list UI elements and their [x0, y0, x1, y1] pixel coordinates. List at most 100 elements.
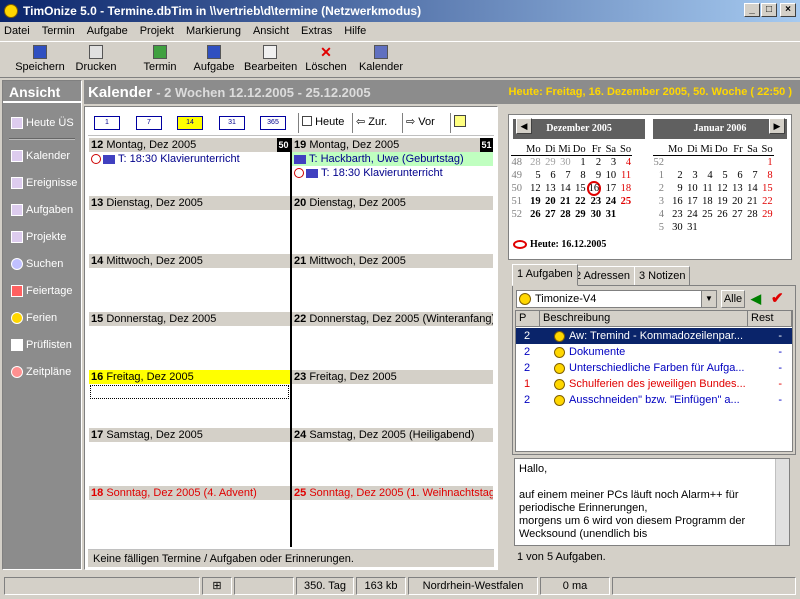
mini-cal-day[interactable]: 19	[526, 195, 542, 208]
calendar-button[interactable]: Kalender	[358, 45, 404, 77]
view-365-days-button[interactable]: 365	[260, 116, 286, 130]
mini-cal-day[interactable]: 10	[684, 182, 699, 195]
day-header[interactable]: 17 Samstag, Dez 2005	[89, 428, 290, 442]
mini-cal-day[interactable]: 24	[684, 208, 699, 221]
notes-box[interactable]: Hallo, auf einem meiner PCs läuft noch A…	[514, 458, 790, 546]
mini-cal-day[interactable]: 9	[668, 182, 684, 195]
mini-cal-day[interactable]: 11	[617, 169, 632, 182]
col-rest[interactable]: Rest	[748, 311, 792, 327]
sidebar-item-aufgaben[interactable]: Aufgaben	[3, 196, 81, 223]
mini-cal-day[interactable]: 23	[668, 208, 684, 221]
mini-cal-day[interactable]: 7	[557, 169, 572, 182]
day-header[interactable]: 12 Montag, Dez 2005 50	[89, 138, 290, 152]
mini-cal-day[interactable]: 5	[526, 169, 542, 182]
view-7-days-button[interactable]: 7	[136, 116, 162, 130]
col-priority[interactable]: P	[516, 311, 540, 327]
sidebar-item-projekte[interactable]: Projekte	[3, 223, 81, 250]
mini-cal-day[interactable]: 31	[602, 208, 617, 221]
menu-datei[interactable]: Datei	[4, 25, 30, 37]
mini-cal-day[interactable]: 4	[617, 156, 632, 169]
day-header[interactable]: 19 Montag, Dez 2005 51	[292, 138, 493, 152]
day-cell[interactable]: 15 Donnerstag, Dez 2005	[89, 312, 290, 368]
back-button[interactable]: ⇦ Zur.	[352, 113, 390, 133]
chevron-down-icon[interactable]: ▼	[701, 291, 716, 307]
day-header[interactable]: 15 Donnerstag, Dez 2005	[89, 312, 290, 326]
forward-button[interactable]: ⇨ Vor	[402, 113, 438, 133]
day-cell[interactable]: 25 Sonntag, Dez 2005 (1. Weihnachtstag)	[292, 486, 493, 547]
day-header[interactable]: 21 Mittwoch, Dez 2005	[292, 254, 493, 268]
mini-cal-day[interactable]: 21	[557, 195, 572, 208]
all-button[interactable]: Alle	[721, 290, 745, 308]
sidebar-item-feiertage[interactable]: Feiertage	[3, 277, 81, 304]
task-row[interactable]: 2 Aw: Tremind - Kommadozeilenpar... -	[516, 328, 792, 344]
next-month-button[interactable]: ▶	[769, 118, 785, 134]
menu-termin[interactable]: Termin	[42, 25, 75, 37]
mini-cal-day[interactable]: 18	[699, 195, 714, 208]
close-button[interactable]: ×	[780, 3, 796, 17]
mini-cal-day[interactable]: 6	[729, 169, 744, 182]
mini-cal-day[interactable]: 12	[526, 182, 542, 195]
day-cell[interactable]: 22 Donnerstag, Dez 2005 (Winteranfang)	[292, 312, 493, 368]
mini-cal-day[interactable]: 29	[759, 208, 774, 221]
day-cell[interactable]: 19 Montag, Dez 2005 51 T: Hackbarth, Uwe (…	[292, 138, 493, 194]
mini-cal-day[interactable]: 18	[617, 182, 632, 195]
mini-cal-day[interactable]: 10	[602, 169, 617, 182]
day-header[interactable]: 16 Freitag, Dez 2005	[89, 370, 290, 384]
selection-box[interactable]	[90, 385, 289, 399]
delete-button[interactable]: ✕ Löschen	[304, 45, 348, 77]
mini-cal-day[interactable]: 16	[586, 181, 603, 196]
day-header[interactable]: 25 Sonntag, Dez 2005 (1. Weihnachtstag)	[292, 486, 493, 500]
day-cell[interactable]: 23 Freitag, Dez 2005	[292, 370, 493, 426]
view-31-days-button[interactable]: 31	[219, 116, 245, 130]
birthday-event[interactable]: T: Hackbarth, Uwe (Geburtstag)	[292, 152, 493, 166]
day-cell[interactable]: 17 Samstag, Dez 2005	[89, 428, 290, 484]
day-header[interactable]: 14 Mittwoch, Dez 2005	[89, 254, 290, 268]
prev-month-button[interactable]: ◀	[516, 118, 532, 134]
sidebar-item-prueflisten[interactable]: Prüflisten	[3, 331, 81, 358]
mini-cal-day[interactable]: 28	[526, 156, 542, 169]
mini-cal-day[interactable]: 27	[542, 208, 557, 221]
mini-cal-day[interactable]: 20	[729, 195, 744, 208]
tab-aufgaben[interactable]: 1 Aufgaben	[512, 264, 578, 286]
mini-cal-day[interactable]: 3	[684, 169, 699, 182]
mini-cal-day[interactable]: 29	[542, 156, 557, 169]
mini-cal-day[interactable]: 31	[684, 221, 699, 234]
mini-cal-day[interactable]: 30	[587, 208, 603, 221]
mini-cal-day[interactable]: 24	[602, 195, 617, 208]
day-header[interactable]: 18 Sonntag, Dez 2005 (4. Advent)	[89, 486, 290, 500]
day-cell[interactable]: 13 Dienstag, Dez 2005	[89, 196, 290, 252]
mini-cal-day[interactable]: 30	[557, 156, 572, 169]
menu-extras[interactable]: Extras	[301, 25, 332, 37]
menu-aufgabe[interactable]: Aufgabe	[87, 25, 128, 37]
day-cell[interactable]: 16 Freitag, Dez 2005	[89, 370, 290, 426]
mini-cal-day[interactable]: 26	[714, 208, 729, 221]
mini-cal-day[interactable]: 21	[744, 195, 759, 208]
mini-cal-day[interactable]: 28	[557, 208, 572, 221]
day-cell[interactable]: 12 Montag, Dez 2005 50 T: 18:30 Klavierunt…	[89, 138, 290, 194]
mini-cal-day[interactable]: 1	[759, 156, 774, 169]
minimize-button[interactable]: _	[744, 3, 760, 17]
arrow-left-green-icon[interactable]: ◀	[751, 291, 761, 307]
edit-button[interactable]: Bearbeiten	[244, 45, 297, 77]
sidebar-item-heute[interactable]: Heute ÜS	[3, 109, 81, 136]
notes-scrollbar[interactable]	[775, 459, 789, 545]
sidebar-item-ereignisse[interactable]: Ereignisse	[3, 169, 81, 196]
day-cell[interactable]: 21 Mittwoch, Dez 2005	[292, 254, 493, 310]
today-button[interactable]: Heute	[298, 113, 347, 133]
mini-cal-day[interactable]: 29	[572, 208, 587, 221]
mini-cal-day[interactable]: 6	[542, 169, 557, 182]
appointment-event[interactable]: T: 18:30 Klavierunterricht	[89, 152, 290, 166]
mini-cal-day[interactable]: 13	[729, 182, 744, 195]
mini-cal-day[interactable]: 23	[587, 195, 603, 208]
mini-cal-day[interactable]: 11	[699, 182, 714, 195]
mini-cal-day[interactable]: 25	[699, 208, 714, 221]
day-header[interactable]: 22 Donnerstag, Dez 2005 (Winteranfang)	[292, 312, 493, 326]
mini-cal-day[interactable]: 4	[699, 169, 714, 182]
mini-cal-day[interactable]: 8	[572, 169, 587, 182]
sidebar-item-kalender[interactable]: Kalender	[3, 142, 81, 169]
day-header[interactable]: 23 Freitag, Dez 2005	[292, 370, 493, 384]
menu-markierung[interactable]: Markierung	[186, 25, 241, 37]
save-button[interactable]: Speichern	[14, 45, 66, 77]
maximize-button[interactable]: □	[761, 3, 777, 17]
mini-cal-day[interactable]: 22	[759, 195, 774, 208]
